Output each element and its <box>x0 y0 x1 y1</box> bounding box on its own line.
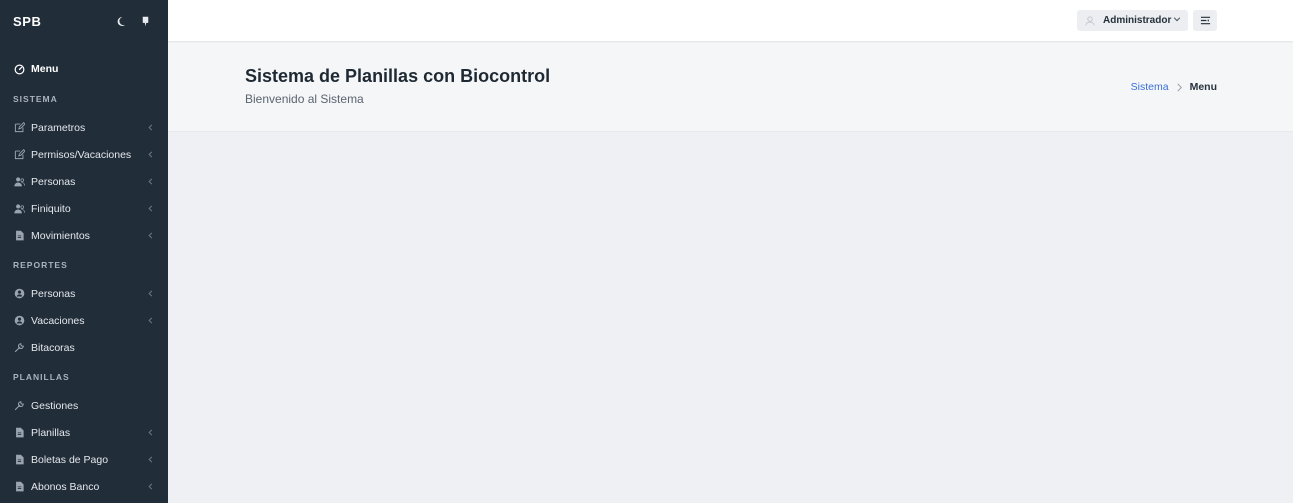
page-hero: Sistema de Planillas con Biocontrol Bien… <box>168 43 1293 132</box>
sidebar-item-label: Bitacoras <box>31 341 75 354</box>
user-menu-button[interactable]: Administrador <box>1077 10 1188 31</box>
wrench-icon <box>13 342 25 354</box>
file-icon <box>13 230 25 242</box>
chevron-left-icon <box>147 205 155 213</box>
sidebar-item-personas[interactable]: Personas <box>0 280 168 307</box>
user-avatar-icon <box>1084 15 1096 27</box>
chevron-left-icon <box>147 151 155 159</box>
pin-sidebar-button[interactable] <box>135 11 155 31</box>
chevron-down-icon <box>1173 15 1181 26</box>
file-icon <box>13 454 25 466</box>
brand-logo[interactable]: SPB <box>13 14 105 29</box>
chevron-left-icon <box>147 483 155 491</box>
sidebar-item-label: Movimientos <box>31 229 90 242</box>
chevron-left-icon <box>147 456 155 464</box>
chevron-left-icon <box>147 429 155 437</box>
pin-icon <box>142 16 148 26</box>
sidebar-item-label: Personas <box>31 175 76 188</box>
sidebar-item-finiquito[interactable]: Finiquito <box>0 195 168 222</box>
sidebar-item-label: Parametros <box>31 121 86 134</box>
user-circle-icon <box>13 315 25 327</box>
sidebar-item-vacaciones[interactable]: Vacaciones <box>0 307 168 334</box>
sidebar-section-heading: SISTEMA <box>13 93 58 104</box>
brand-row: SPB <box>0 0 168 42</box>
sidebar-item-abonos-banco[interactable]: Abonos Banco <box>0 473 168 500</box>
main-content <box>168 133 1293 503</box>
chevron-left-icon <box>147 317 155 325</box>
sidebar-item-planillas[interactable]: Planillas <box>0 419 168 446</box>
user-name: Administrador <box>1103 15 1172 26</box>
sidebar-item-bitacoras[interactable]: Bitacoras <box>0 334 168 361</box>
sidebar-item-permisos-vacaciones[interactable]: Permisos/Vacaciones <box>0 141 168 168</box>
wrench-icon <box>13 400 25 412</box>
sidebar-item-label: Abonos Banco <box>31 480 100 493</box>
menu-lines-icon <box>1200 16 1210 25</box>
moon-icon <box>117 16 125 26</box>
sidebar-item-label: Menu <box>31 63 59 75</box>
chevron-left-icon <box>147 232 155 240</box>
sidebar-item-label: Personas <box>31 287 76 300</box>
sidebar-item-personas[interactable]: Personas <box>0 168 168 195</box>
sidebar-item-label: Vacaciones <box>31 314 85 327</box>
sidebar-item-movimientos[interactable]: Movimientos <box>0 222 168 249</box>
sidebar-item-label: Gestiones <box>31 399 79 412</box>
file-icon <box>13 481 25 493</box>
user-circle-icon <box>13 288 25 300</box>
page-title: Sistema de Planillas con Biocontrol <box>245 66 551 86</box>
sidebar-section-heading: REPORTES <box>13 259 68 270</box>
chevron-left-icon <box>147 178 155 186</box>
sidebar-item-gestiones[interactable]: Gestiones <box>0 392 168 419</box>
sidebar: SPB Menu SISTEMA Parametros Permisos/Vacac… <box>0 0 168 503</box>
sidebar-item-menu[interactable]: Menu <box>0 55 168 83</box>
users-icon <box>13 176 25 188</box>
chevron-left-icon <box>147 124 155 132</box>
sidebar-sections: SISTEMA Parametros Permisos/Vacaciones Pers… <box>0 83 168 500</box>
breadcrumb: Sistema Menu <box>1131 81 1217 93</box>
chevron-left-icon <box>147 290 155 298</box>
chevron-right-icon <box>1176 83 1183 92</box>
topbar: Administrador <box>168 0 1293 42</box>
sidebar-item-label: Planillas <box>31 426 71 439</box>
dashboard-icon <box>13 63 25 75</box>
sidebar-item-label: Permisos/Vacaciones <box>31 148 132 161</box>
edit-icon <box>13 122 25 134</box>
sidebar-item-boletas-de-pago[interactable]: Boletas de Pago <box>0 446 168 473</box>
sidebar-item-parametros[interactable]: Parametros <box>0 114 168 141</box>
breadcrumb-current: Menu <box>1189 81 1217 93</box>
sidebar-item-label: Boletas de Pago <box>31 453 109 466</box>
toggle-side-overlay-button[interactable] <box>1193 10 1217 31</box>
dark-mode-toggle[interactable] <box>110 11 130 31</box>
file-icon <box>13 427 25 439</box>
users-icon <box>13 203 25 215</box>
edit-icon <box>13 149 25 161</box>
sidebar-section-heading: PLANILLAS <box>13 371 70 382</box>
page-subtitle: Bienvenido al Sistema <box>245 92 364 106</box>
sidebar-item-label: Finiquito <box>31 202 71 215</box>
breadcrumb-link-sistema[interactable]: Sistema <box>1131 81 1169 93</box>
